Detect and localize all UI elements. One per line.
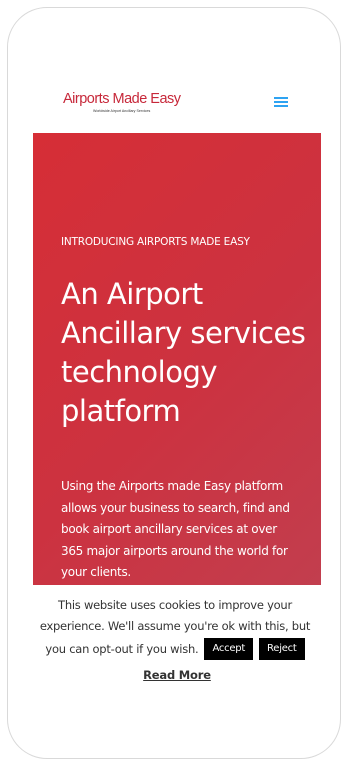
menu-bar bbox=[274, 101, 288, 103]
logo-text: Airports Made Easy bbox=[63, 91, 181, 107]
cookie-consent-bar: This website uses cookies to improve you… bbox=[33, 585, 321, 695]
hamburger-menu-icon[interactable] bbox=[272, 94, 290, 110]
read-more-link[interactable]: Read More bbox=[33, 668, 321, 682]
site-logo[interactable]: Airports Made Easy Worldwide Airport Anc… bbox=[63, 91, 183, 114]
menu-bar bbox=[274, 105, 288, 107]
site-header: Airports Made Easy Worldwide Airport Anc… bbox=[33, 88, 321, 118]
hero-title: An Airport Ancillary services technology… bbox=[61, 277, 306, 428]
cookie-message-line: experience. We'll assume you're ok with … bbox=[39, 619, 311, 633]
cookie-message-line: This website uses cookies to improve you… bbox=[58, 598, 292, 612]
cookie-message-row: you can opt-out if you wish. Accept Reje… bbox=[25, 638, 325, 660]
hero-description: Using the Airports made Easy platform al… bbox=[61, 479, 290, 579]
cookie-message: This website uses cookies to improve you… bbox=[25, 595, 325, 660]
hero-section: INTRODUCING AIRPORTS MADE EASY An Airpor… bbox=[33, 133, 321, 585]
menu-bar bbox=[274, 97, 288, 99]
cookie-message-line: you can opt-out if you wish. bbox=[45, 641, 199, 656]
accept-cookies-button[interactable]: Accept bbox=[204, 638, 254, 660]
logo-tagline: Worldwide Airport Ancillary Services bbox=[93, 109, 151, 113]
hero-eyebrow: INTRODUCING AIRPORTS MADE EASY bbox=[61, 236, 250, 248]
reject-cookies-button[interactable]: Reject bbox=[259, 638, 305, 660]
